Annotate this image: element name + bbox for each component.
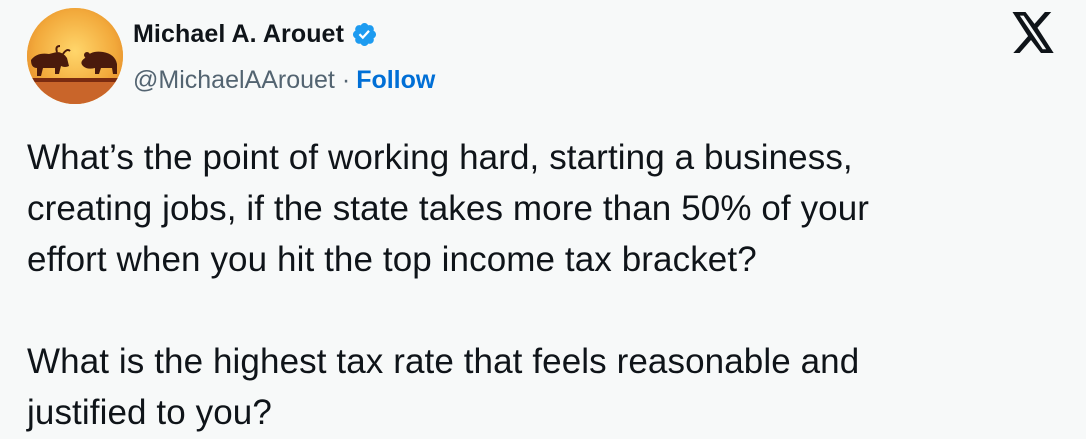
tweet-body: What’s the point of working hard, starti… — [27, 132, 1057, 438]
verified-badge-icon — [351, 21, 378, 48]
author-display-name[interactable]: Michael A. Arouet — [133, 20, 344, 49]
tweet-paragraph: What is the highest tax rate that feels … — [27, 342, 860, 432]
tweet-header: Michael A. Arouet @MichaelAArouet · Foll… — [27, 8, 1067, 108]
avatar[interactable] — [27, 8, 123, 104]
separator-dot: · — [341, 66, 351, 94]
x-logo-icon[interactable] — [1010, 12, 1056, 54]
author-name-row: Michael A. Arouet — [133, 20, 378, 49]
follow-button[interactable]: Follow — [356, 66, 435, 95]
tweet-paragraph: What’s the point of working hard, starti… — [27, 138, 870, 279]
author-handle-row: @MichaelAArouet · Follow — [133, 66, 435, 95]
bull-and-bear-silhouette-icon — [27, 8, 123, 104]
author-handle[interactable]: @MichaelAArouet — [133, 66, 335, 95]
